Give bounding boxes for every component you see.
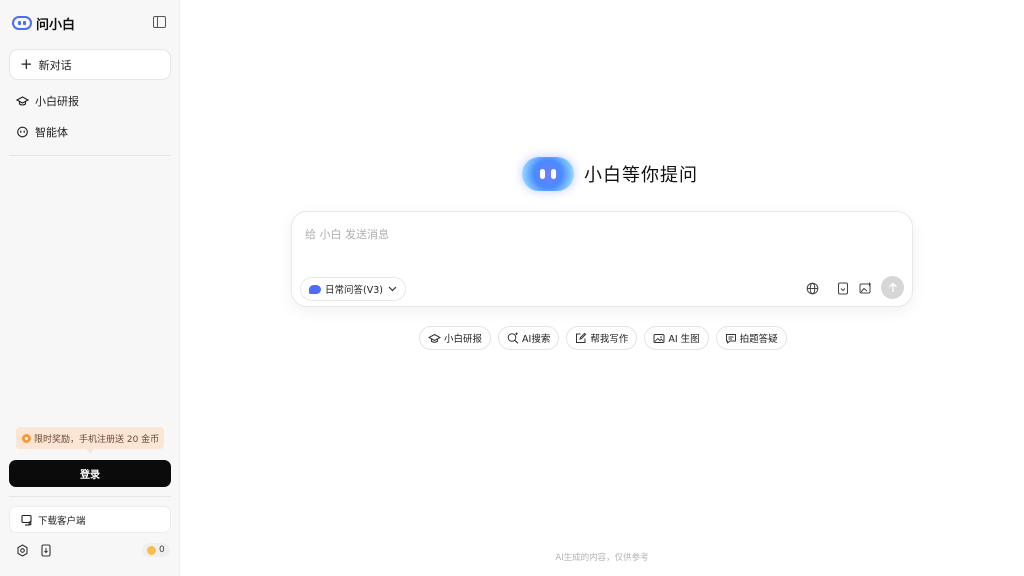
graduation-cap-icon <box>16 96 29 106</box>
coin-icon <box>22 433 31 443</box>
arrow-up-icon <box>888 282 897 292</box>
chip-research-report[interactable]: 小白研报 <box>419 326 492 350</box>
new-chat-button[interactable]: + 新对话 <box>9 49 171 80</box>
sidebar-divider <box>9 496 171 497</box>
sidebar-toggle-icon[interactable] <box>153 16 166 28</box>
new-chat-label: 新对话 <box>38 58 72 72</box>
brand[interactable]: 问小白 <box>12 14 76 33</box>
quick-actions: 小白研报 AI搜索 帮我写作 AI 生图 拍题答疑 <box>419 326 787 350</box>
attach-file-icon[interactable] <box>836 281 850 295</box>
download-label: 下载客户端 <box>38 515 86 527</box>
chip-label: 小白研报 <box>444 334 483 345</box>
sidebar: 问小白 + 新对话 小白研报 智能体 限时奖励，手机注册送 20 金币 登录 下… <box>0 0 180 576</box>
promo-text: 限时奖励，手机注册送 20 金币 <box>34 434 160 445</box>
monitor-download-icon <box>21 514 32 526</box>
login-button[interactable]: 登录 <box>9 460 171 487</box>
edit-icon <box>576 332 587 343</box>
send-button[interactable] <box>881 276 904 299</box>
sidebar-item-label: 小白研报 <box>35 95 79 108</box>
upload-image-icon[interactable] <box>858 281 872 295</box>
chevron-down-icon <box>388 286 397 292</box>
graduation-cap-icon <box>428 333 441 343</box>
sidebar-item-research[interactable]: 小白研报 <box>16 91 79 111</box>
chip-writing[interactable]: 帮我写作 <box>566 326 638 350</box>
sidebar-item-agents[interactable]: 智能体 <box>16 122 68 142</box>
plus-icon: + <box>20 55 33 73</box>
web-search-toggle-icon[interactable] <box>805 281 819 295</box>
download-client-button[interactable]: 下载客户端 <box>9 506 171 533</box>
message-input[interactable] <box>305 224 895 244</box>
coin-count: 0 <box>159 545 165 555</box>
coin-icon <box>147 545 156 555</box>
settings-icon[interactable] <box>15 543 29 557</box>
hero-title: 小白等你提问 <box>584 165 698 186</box>
model-selector[interactable]: 日常问答(V3) <box>300 277 406 301</box>
model-logo-icon <box>309 284 321 294</box>
sidebar-divider <box>9 155 171 156</box>
mobile-app-icon[interactable] <box>39 543 53 557</box>
model-label: 日常问答(V3) <box>325 285 383 296</box>
chat-bubble-icon <box>725 333 736 343</box>
chip-label: AI搜索 <box>522 334 551 345</box>
mascot-logo-icon <box>522 157 574 191</box>
chip-label: 帮我写作 <box>590 334 629 345</box>
chip-label: AI 生图 <box>668 334 700 345</box>
search-sparkle-icon <box>507 332 519 344</box>
chip-label: 拍题答疑 <box>739 334 778 345</box>
brand-logo-icon <box>12 16 32 30</box>
coin-balance-badge[interactable]: 0 <box>142 543 170 557</box>
chip-photo-qa[interactable]: 拍题答疑 <box>715 326 787 350</box>
image-icon <box>653 333 665 343</box>
chip-ai-search[interactable]: AI搜索 <box>498 326 560 350</box>
brand-name: 问小白 <box>36 17 76 33</box>
promo-banner[interactable]: 限时奖励，手机注册送 20 金币 <box>16 427 164 453</box>
chip-ai-image[interactable]: AI 生图 <box>644 326 709 350</box>
disclaimer-note: AI生成的内容，仅供参考 <box>555 553 649 563</box>
hero: 小白等你提问 <box>522 157 698 191</box>
robot-face-icon <box>17 126 28 138</box>
message-composer: 日常问答(V3) <box>291 211 913 307</box>
sidebar-item-label: 智能体 <box>35 126 68 139</box>
